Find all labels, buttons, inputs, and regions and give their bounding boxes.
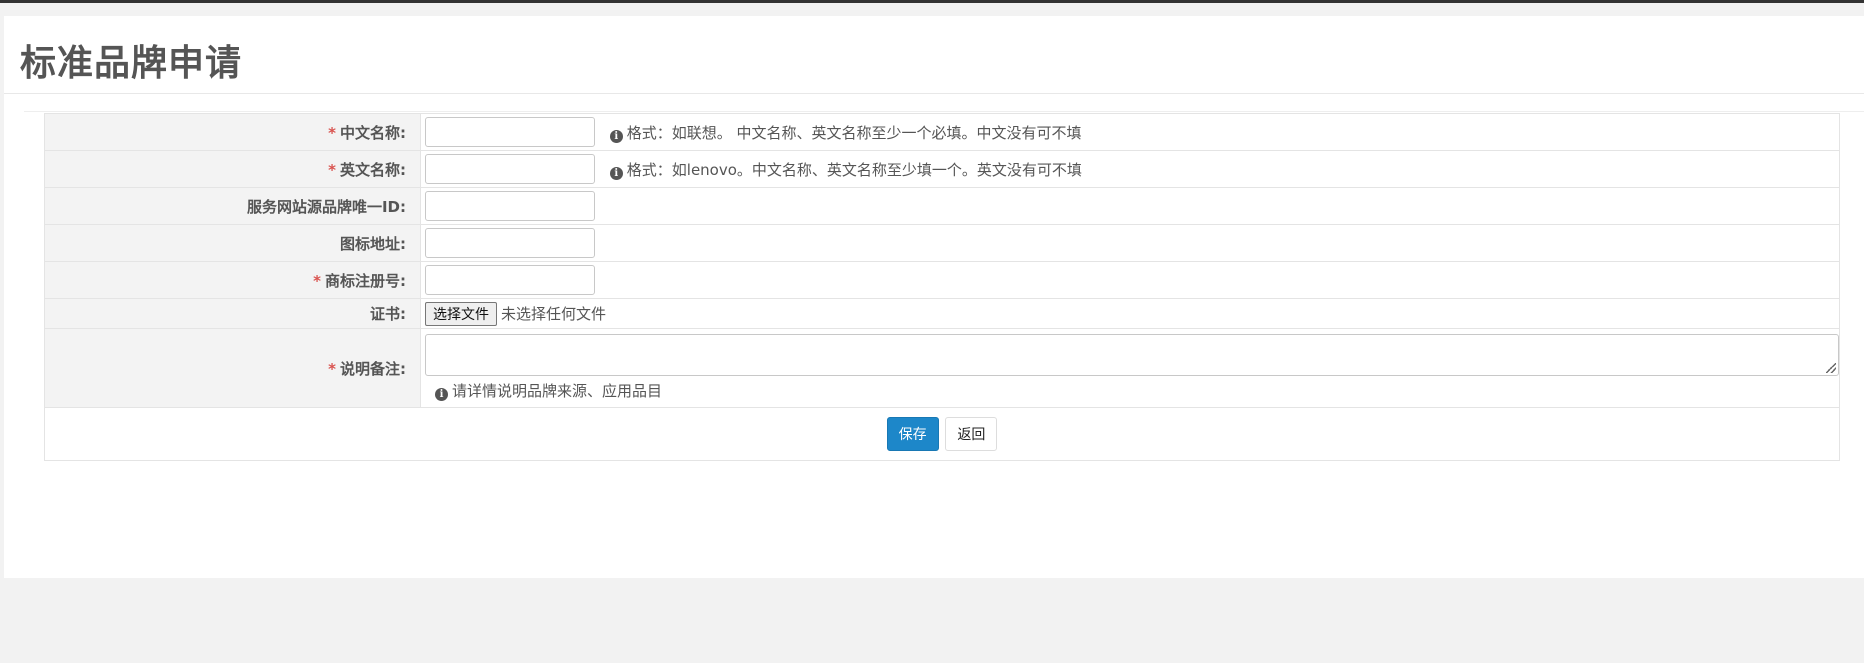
form-row-certificate: 证书: 选择文件 未选择任何文件 (44, 298, 1840, 329)
icon-url-label: 图标地址: (340, 234, 406, 253)
required-mark: * (328, 123, 336, 142)
choose-file-button[interactable]: 选择文件 (425, 301, 497, 326)
form-actions-row: 保存 返回 (44, 407, 1840, 461)
required-mark: * (313, 271, 321, 290)
info-icon: i (609, 166, 623, 180)
required-mark: * (328, 160, 336, 179)
form-divider (24, 111, 1864, 112)
english-name-hint-text: 格式：如lenovo。中文名称、英文名称至少填一个。英文没有可不填 (626, 160, 1082, 179)
form-row-trademark-number: * 商标注册号: (44, 261, 1840, 299)
english-name-hint: i 格式：如lenovo。中文名称、英文名称至少填一个。英文没有可不填 (609, 160, 1082, 180)
remarks-hint-text: 请详情说明品牌来源、应用品目 (452, 382, 663, 400)
chinese-name-label: 中文名称: (340, 123, 406, 142)
field-label: 图标地址: (44, 224, 421, 262)
remarks-label: 说明备注: (340, 359, 406, 378)
file-status: 未选择任何文件 (501, 305, 607, 323)
brand-application-form: * 中文名称: i 格式：如联想。 中文名称、英文名称至少一个必填。中文没有可不填 … (44, 113, 1840, 461)
source-brand-id-label: 服务网站源品牌唯一ID: (246, 197, 406, 216)
form-row-remarks: * 说明备注: i 请详情说明品牌来源、应用品目 (44, 328, 1840, 408)
form-row-chinese-name: * 中文名称: i 格式：如联想。 中文名称、英文名称至少一个必填。中文没有可不填 (44, 113, 1840, 151)
field-label: * 英文名称: (44, 150, 421, 188)
required-mark: * (328, 359, 336, 378)
field-label: * 中文名称: (44, 113, 421, 151)
back-button[interactable]: 返回 (945, 417, 998, 451)
chinese-name-hint: i 格式：如联想。 中文名称、英文名称至少一个必填。中文没有可不填 (609, 123, 1082, 143)
title-divider (4, 93, 1864, 94)
certificate-label: 证书: (370, 305, 406, 323)
remarks-textarea[interactable] (425, 334, 1839, 376)
field-label: 服务网站源品牌唯一ID: (44, 187, 421, 225)
info-icon: i (435, 388, 448, 401)
english-name-label: 英文名称: (340, 160, 406, 179)
page-title: 标准品牌申请 (20, 43, 243, 84)
info-icon: i (609, 129, 623, 143)
field-label: 证书: (44, 298, 421, 329)
remarks-hint: i 请详情说明品牌来源、应用品目 (435, 380, 1839, 401)
save-button[interactable]: 保存 (886, 417, 939, 451)
english-name-input[interactable] (425, 154, 595, 184)
form-row-english-name: * 英文名称: i 格式：如lenovo。中文名称、英文名称至少填一个。英文没有可不… (44, 150, 1840, 188)
icon-url-input[interactable] (425, 228, 595, 258)
form-row-source-brand-id: 服务网站源品牌唯一ID: (44, 187, 1840, 225)
chinese-name-hint-text: 格式：如联想。 中文名称、英文名称至少一个必填。中文没有可不填 (626, 123, 1082, 142)
top-bar (0, 0, 1864, 3)
field-label: * 商标注册号: (44, 261, 421, 299)
chinese-name-input[interactable] (425, 117, 595, 147)
trademark-number-label: 商标注册号: (325, 271, 406, 290)
trademark-number-input[interactable] (425, 265, 595, 295)
form-row-icon-url: 图标地址: (44, 224, 1840, 262)
field-label: * 说明备注: (44, 328, 421, 408)
source-brand-id-input[interactable] (425, 191, 595, 221)
resize-handle-icon[interactable] (1826, 363, 1836, 373)
